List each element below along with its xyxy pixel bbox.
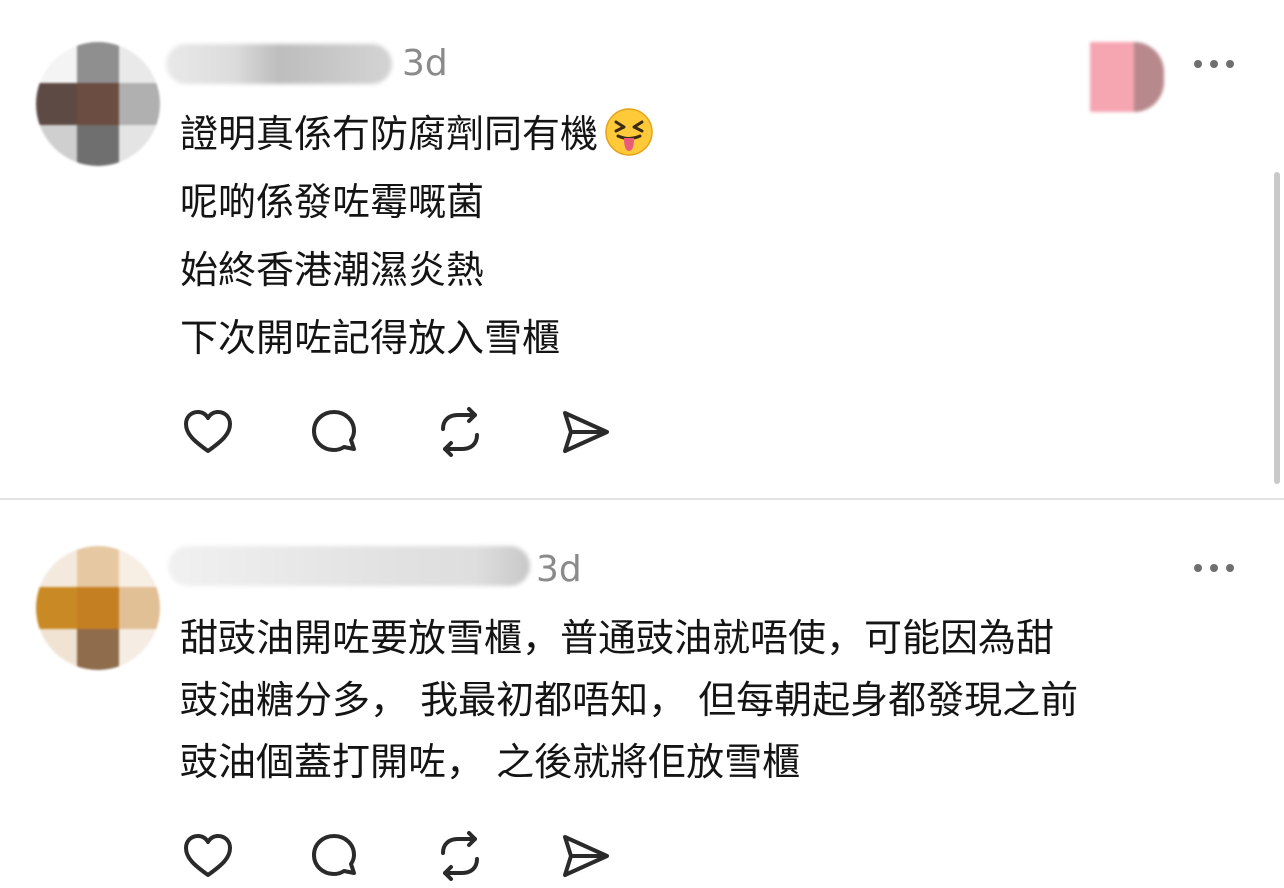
action-bar	[180, 404, 684, 460]
like-button[interactable]	[180, 404, 236, 460]
repost-button[interactable]	[432, 404, 488, 460]
comment-line: 呢啲係發咗霉嘅菌	[180, 180, 485, 224]
comment-2: 3d 甜豉油開咗要放雪櫃，普通豉油就唔使，可能因為甜 豉油糖分多， 我最初都唔知…	[0, 500, 1284, 888]
timestamp: 3d	[402, 43, 448, 84]
avatar-pixel	[77, 83, 119, 125]
reply-button[interactable]	[306, 404, 362, 460]
more-dot-icon	[1194, 564, 1202, 572]
comment-feed: 3d 證明真係冇防腐劑同有機 呢啲係發咗霉嘅菌 始終香港潮濕炎熱 下次開咗記得放…	[0, 0, 1284, 888]
more-dot-icon	[1226, 60, 1234, 68]
more-options-button[interactable]	[1194, 54, 1234, 74]
more-options-button[interactable]	[1194, 558, 1234, 578]
avatar-pixel	[36, 628, 78, 670]
repost-icon	[441, 831, 479, 881]
more-dot-icon	[1194, 60, 1202, 68]
avatar[interactable]	[36, 546, 160, 670]
comment-line: 豉油糖分多， 我最初都唔知， 但每朝起身都發現之前	[180, 678, 1079, 722]
comment-1: 3d 證明真係冇防腐劑同有機 呢啲係發咗霉嘅菌 始終香港潮濕炎熱 下次開咗記得放…	[0, 0, 1284, 498]
more-dot-icon	[1226, 564, 1234, 572]
avatar[interactable]	[36, 42, 160, 166]
comment-text: 證明真係冇防腐劑同有機 呢啲係發咗霉嘅菌 始終香港潮濕炎熱 下次開咗記得放入雪櫃	[180, 106, 654, 378]
squinting-tongue-emoji-icon	[605, 108, 653, 156]
avatar-pixel	[36, 83, 78, 125]
share-button[interactable]	[558, 404, 614, 460]
avatar-pixel	[118, 42, 160, 84]
comment-line: 始終香港潮濕炎熱	[180, 248, 485, 292]
timestamp: 3d	[536, 549, 582, 590]
avatar-pixel	[118, 587, 160, 629]
avatar-pixel	[36, 546, 78, 588]
repost-button[interactable]	[432, 828, 488, 884]
username-redacted[interactable]	[168, 546, 530, 586]
reply-button[interactable]	[306, 828, 362, 884]
comment-line: 證明真係冇防腐劑同有機	[180, 106, 654, 174]
repost-icon	[441, 407, 479, 457]
scrollbar[interactable]	[1274, 172, 1280, 484]
avatar-pixel	[118, 628, 160, 670]
avatar-pixel	[118, 124, 160, 166]
comment-line: 甜豉油開咗要放雪櫃，普通豉油就唔使，可能因為甜	[180, 616, 1055, 660]
send-icon	[563, 835, 609, 877]
more-dot-icon	[1210, 564, 1218, 572]
avatar-pixel	[77, 42, 119, 84]
comment-line: 豉油個蓋打開咗， 之後就將佢放雪櫃	[180, 740, 801, 784]
comment-line: 下次開咗記得放入雪櫃	[180, 316, 561, 360]
username-redacted[interactable]	[166, 44, 392, 84]
avatar-pixel	[77, 587, 119, 629]
avatar-pixel	[77, 124, 119, 166]
send-icon	[563, 411, 609, 453]
avatar-pixel	[36, 124, 78, 166]
comment-bubble-icon	[312, 834, 356, 876]
avatar-pixel	[118, 83, 160, 125]
heart-icon	[184, 834, 232, 877]
share-button[interactable]	[558, 828, 614, 884]
heart-icon	[184, 410, 232, 453]
avatar-pixel	[118, 546, 160, 588]
comment-text: 甜豉油開咗要放雪櫃，普通豉油就唔使，可能因為甜 豉油糖分多， 我最初都唔知， 但…	[180, 612, 1240, 798]
avatar-pixel	[36, 42, 78, 84]
action-bar	[180, 828, 684, 884]
like-button[interactable]	[180, 828, 236, 884]
more-dot-icon	[1210, 60, 1218, 68]
avatar-pixel	[77, 546, 119, 588]
avatar-pixel	[36, 587, 78, 629]
avatar-pixel	[77, 628, 119, 670]
redacted-image	[1090, 42, 1164, 112]
comment-bubble-icon	[312, 410, 356, 452]
